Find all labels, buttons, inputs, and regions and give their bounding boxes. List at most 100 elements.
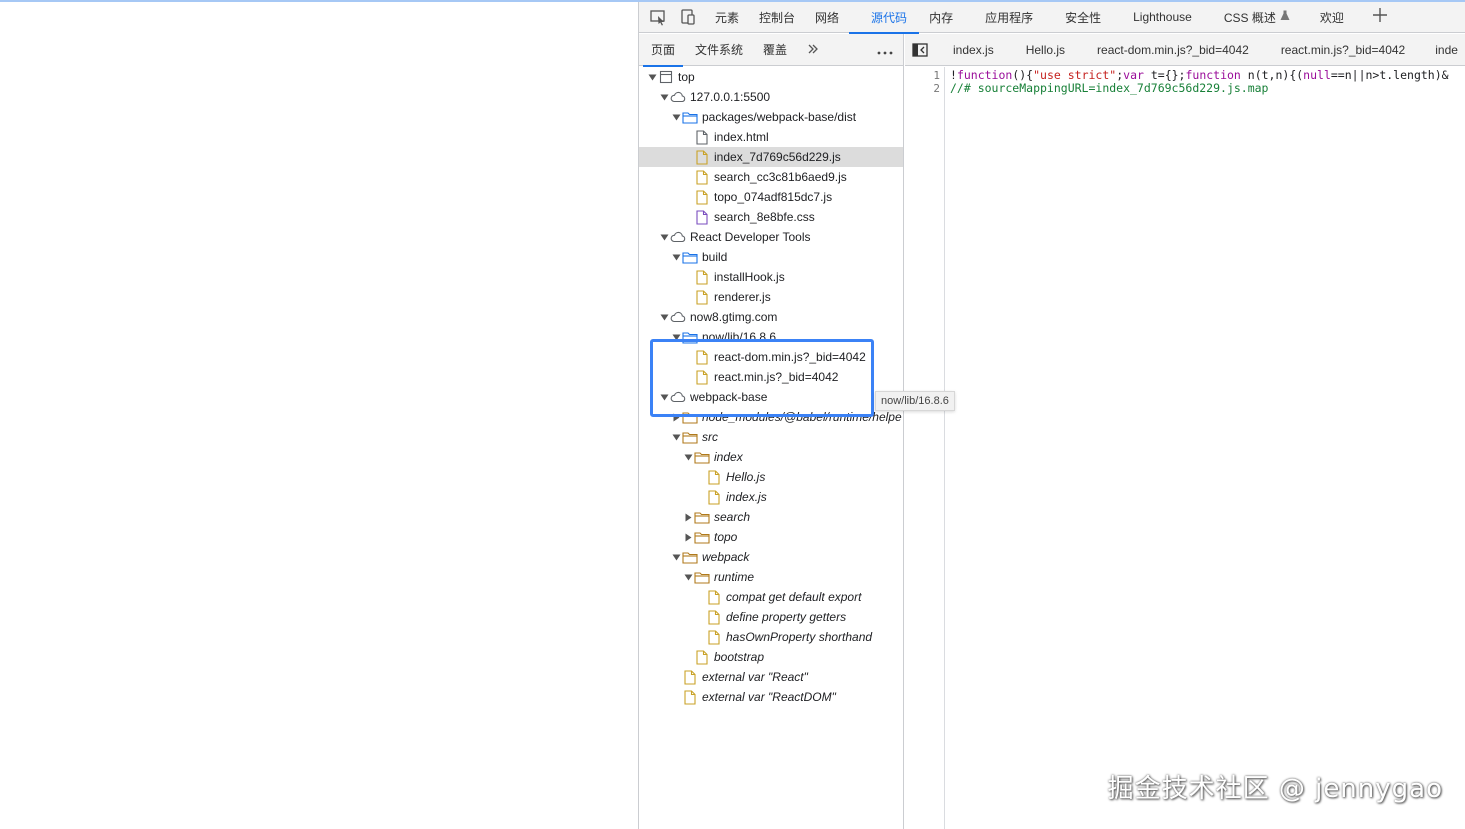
triangle-down-icon xyxy=(670,251,682,263)
triangle-down-icon xyxy=(670,551,682,563)
source-folder-icon xyxy=(694,569,710,585)
nav-tab-page[interactable]: 页面 xyxy=(641,34,685,67)
triangle-down-icon xyxy=(658,231,670,243)
code-token: n(t,n){( xyxy=(1240,69,1304,82)
add-panel-plus-icon[interactable] xyxy=(1372,7,1388,27)
tree-item[interactable]: node_modules/@babel/runtime/helpe xyxy=(639,407,903,427)
tree-item[interactable]: search xyxy=(639,507,903,527)
tab-sources[interactable]: 源代码 xyxy=(849,2,920,34)
nav-tab-filesystem[interactable]: 文件系统 xyxy=(685,34,753,66)
tab-security[interactable]: 安全性 xyxy=(1049,2,1117,33)
tree-item[interactable]: webpack-base xyxy=(639,387,903,407)
tree-item[interactable]: renderer.js xyxy=(639,287,903,307)
devtools-main-toolbar: 元素 控制台 网络 源代码 内存 应用程序 安全性 Lighthouse CSS… xyxy=(639,2,1465,34)
sources-navigator: 页面 文件系统 覆盖 top 127.0.0.1:5500 packages/web… xyxy=(639,34,955,829)
tree-item[interactable]: index.js xyxy=(639,487,903,507)
inspect-element-icon[interactable] xyxy=(647,6,669,28)
file-tree: top 127.0.0.1:5500 packages/webpack-base/d… xyxy=(639,67,903,707)
tree-item[interactable]: packages/webpack-base/dist xyxy=(639,107,903,127)
tree-item[interactable]: build xyxy=(639,247,903,267)
tree-item[interactable]: 127.0.0.1:5500 xyxy=(639,87,903,107)
nav-tab-overrides[interactable]: 覆盖 xyxy=(753,34,797,66)
device-toolbar-icon[interactable] xyxy=(677,6,699,28)
tree-item[interactable]: Hello.js xyxy=(639,467,903,487)
editor-tabs: index.js Hello.js react-dom.min.js?_bid=… xyxy=(905,34,1465,66)
script-file-icon xyxy=(706,489,722,505)
triangle-right-icon xyxy=(682,531,694,543)
tree-item[interactable]: external var "React" xyxy=(639,667,903,687)
script-file-icon xyxy=(694,289,710,305)
editor-tab-index-bundle[interactable]: inde xyxy=(1421,34,1465,65)
tab-memory[interactable]: 内存 xyxy=(919,2,963,33)
tree-item[interactable]: webpack xyxy=(639,547,903,567)
tree-item[interactable]: external var "ReactDOM" xyxy=(639,687,903,707)
tab-application[interactable]: 应用程序 xyxy=(963,2,1049,33)
folder-icon xyxy=(682,329,698,345)
tree-item-label: now8.gtimg.com xyxy=(690,310,778,324)
tree-item[interactable]: define property getters xyxy=(639,607,903,627)
tab-console[interactable]: 控制台 xyxy=(749,2,805,33)
script-file-icon xyxy=(706,609,722,625)
code-token: ! xyxy=(950,69,957,82)
tree-item-label: search xyxy=(714,510,751,524)
tree-item[interactable]: compat get default export xyxy=(639,587,903,607)
editor-tab-react[interactable]: react.min.js?_bid=4042 xyxy=(1265,34,1421,65)
tree-item[interactable]: topo xyxy=(639,527,903,547)
tree-item-label: hasOwnProperty shorthand xyxy=(726,630,873,644)
triangle-down-icon xyxy=(658,91,670,103)
tree-item[interactable]: React Developer Tools xyxy=(639,227,903,247)
tree-item[interactable]: now8.gtimg.com xyxy=(639,307,903,327)
tree-item[interactable]: search_8e8bfe.css xyxy=(639,207,903,227)
tree-item[interactable]: bootstrap xyxy=(639,647,903,667)
cloud-icon xyxy=(670,229,686,245)
tree-item[interactable]: now/lib/16.8.6 xyxy=(639,327,903,347)
cloud-icon xyxy=(670,309,686,325)
tree-item[interactable]: src xyxy=(639,427,903,447)
tree-item[interactable]: react.min.js?_bid=4042 xyxy=(639,367,903,387)
tree-item[interactable]: hasOwnProperty shorthand xyxy=(639,627,903,647)
tab-network[interactable]: 网络 xyxy=(805,2,849,33)
tree-item-label: index.js xyxy=(726,490,767,504)
code-token: (){ xyxy=(1012,69,1034,82)
tree-item-label: index.html xyxy=(714,130,769,144)
tree-item[interactable]: index xyxy=(639,447,903,467)
tree-item-label: compat get default export xyxy=(726,590,862,604)
script-file-icon xyxy=(706,469,722,485)
code-area[interactable]: 1 2 !function(){"use strict";var t={};fu… xyxy=(905,67,1465,829)
more-options-icon[interactable] xyxy=(877,42,893,58)
code-token-keyword: null xyxy=(1303,69,1331,82)
tree-item[interactable]: react-dom.min.js?_bid=4042 xyxy=(639,347,903,367)
tree-item-label: now/lib/16.8.6 xyxy=(702,330,777,344)
tab-elements[interactable]: 元素 xyxy=(705,2,749,33)
editor-tab-hello-js[interactable]: Hello.js xyxy=(1010,34,1081,65)
tree-item-label: packages/webpack-base/dist xyxy=(702,110,857,124)
tree-item[interactable]: index_7d769c56d229.js xyxy=(639,147,903,167)
folder-icon xyxy=(682,249,698,265)
editor-tab-react-dom[interactable]: react-dom.min.js?_bid=4042 xyxy=(1081,34,1265,65)
line-number: 2 xyxy=(933,82,940,95)
tab-welcome[interactable]: 欢迎 xyxy=(1306,2,1358,33)
tree-item[interactable]: installHook.js xyxy=(639,267,903,287)
tree-item[interactable]: runtime xyxy=(639,567,903,587)
tree-item-label: external var "ReactDOM" xyxy=(702,690,836,704)
editor-tab-index-js[interactable]: index.js xyxy=(935,34,1010,65)
tree-item[interactable]: topo_074adf815dc7.js xyxy=(639,187,903,207)
tree-item[interactable]: index.html xyxy=(639,127,903,147)
page-viewport xyxy=(0,2,638,829)
tree-item-label: index xyxy=(714,450,743,464)
tab-lighthouse[interactable]: Lighthouse xyxy=(1117,2,1208,33)
code-token-keyword: function xyxy=(956,69,1013,82)
tree-item[interactable]: top xyxy=(639,67,903,87)
toggle-navigator-icon[interactable] xyxy=(905,34,935,65)
tree-item-label: webpack-base xyxy=(690,390,768,404)
script-file-icon xyxy=(694,369,710,385)
tree-item[interactable]: search_cc3c81b6aed9.js xyxy=(639,167,903,187)
chevron-double-right-icon[interactable] xyxy=(807,42,819,58)
tree-item-label: define property getters xyxy=(726,610,847,624)
tab-css-overview[interactable]: CSS 概述 xyxy=(1208,2,1306,33)
